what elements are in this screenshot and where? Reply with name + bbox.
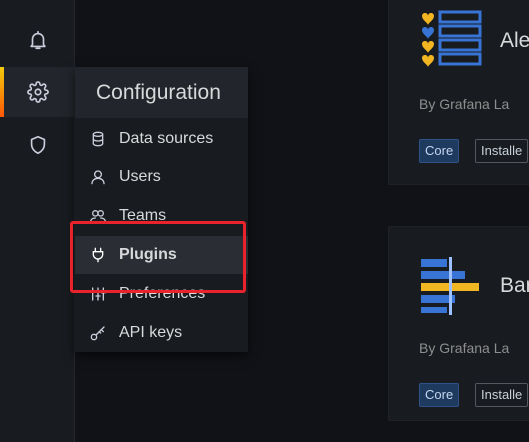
database-icon	[92, 131, 104, 147]
users-icon	[90, 210, 106, 223]
menu-item-users[interactable]: Users	[75, 158, 248, 196]
alert-list-logo-icon	[422, 10, 482, 67]
plugin-card-author: By Grafana La	[419, 96, 510, 112]
menu-item-label: Teams	[119, 207, 167, 224]
core-badge: Core	[419, 383, 460, 407]
plugin-card[interactable]: Bar By Grafana La Core Installe	[388, 226, 529, 421]
menu-item-teams[interactable]: Teams	[75, 197, 248, 235]
menu-item-label: Plugins	[119, 246, 177, 263]
plugin-card[interactable]: Ale By Grafana La Core Installe	[388, 0, 529, 185]
installed-badge: Installe	[475, 383, 529, 407]
menu-item-label: Preferences	[119, 285, 206, 302]
bell-icon	[29, 30, 46, 50]
menu-item-preferences[interactable]: Preferences	[75, 275, 248, 313]
menu-item-label: Users	[119, 168, 161, 185]
menu-item-label: API keys	[119, 324, 183, 341]
bar-gauge-logo-icon	[421, 257, 479, 315]
sidebar	[0, 0, 75, 442]
sliders-icon	[90, 287, 106, 301]
core-badge: Core	[419, 139, 460, 163]
installed-badge: Installe	[475, 139, 529, 163]
menu-item-label: Data sources	[119, 130, 214, 147]
configuration-nav-button[interactable]	[0, 67, 75, 117]
menu-item-api-keys[interactable]: API keys	[75, 314, 248, 352]
plugin-card-title: Ale	[500, 29, 529, 52]
user-icon	[91, 170, 105, 185]
plugin-card-title: Bar	[500, 274, 529, 297]
menu-item-data-sources[interactable]: Data sources	[75, 120, 248, 158]
plug-icon	[92, 247, 104, 263]
flyout-title[interactable]: Configuration	[75, 67, 248, 118]
menu-item-plugins[interactable]: Plugins	[75, 236, 248, 274]
shield-icon	[30, 135, 45, 155]
configuration-flyout-menu: Configuration Data sources Users Teams P…	[75, 67, 248, 352]
plugin-card-author: By Grafana La	[419, 340, 510, 356]
alerting-nav-button[interactable]	[0, 15, 75, 65]
key-icon	[90, 326, 105, 341]
server-admin-nav-button[interactable]	[0, 120, 75, 170]
gear-icon	[26, 81, 49, 103]
